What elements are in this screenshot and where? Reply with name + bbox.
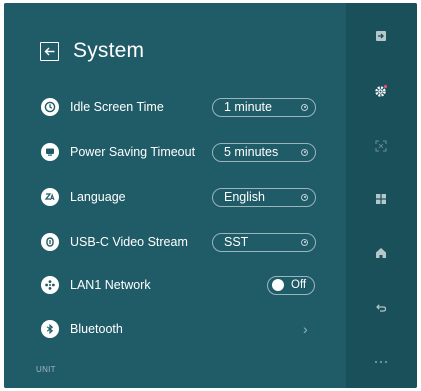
setting-power-saving-timeout: Power Saving Timeout 5 minutes <box>41 141 319 163</box>
clock-icon <box>41 98 59 116</box>
notification-dot <box>383 84 388 89</box>
osd-window: System Idle Screen Time 1 minute Power S… <box>4 3 417 388</box>
toggle-knob <box>272 279 284 291</box>
footer-label: UNIT <box>36 365 56 374</box>
page-title: System <box>73 39 145 62</box>
setting-usbc-video-stream: USB-C Video Stream SST <box>41 231 319 253</box>
language-icon <box>41 188 59 206</box>
select-value: 1 minute <box>224 100 272 114</box>
power-saving-timeout-select[interactable]: 5 minutes <box>212 142 316 162</box>
home-icon[interactable] <box>373 245 389 261</box>
select-indicator-icon <box>301 103 308 111</box>
toggle-state-label: Off <box>291 279 307 291</box>
setting-label: LAN1 Network <box>70 278 151 292</box>
back-button[interactable] <box>40 41 59 61</box>
bluetooth-icon <box>41 320 59 338</box>
select-value: 5 minutes <box>224 145 279 159</box>
gear-icon[interactable] <box>373 83 389 99</box>
main-panel: System Idle Screen Time 1 minute Power S… <box>4 3 346 388</box>
more-icon[interactable] <box>373 354 389 370</box>
lan1-network-toggle[interactable]: Off <box>267 275 315 295</box>
setting-label: Bluetooth <box>70 322 123 336</box>
select-value: SST <box>224 235 249 249</box>
setting-label: Idle Screen Time <box>70 100 164 114</box>
select-indicator-icon <box>301 148 308 156</box>
usbc-video-stream-select[interactable]: SST <box>212 232 316 252</box>
idle-screen-time-select[interactable]: 1 minute <box>212 97 316 117</box>
monitor-icon <box>41 143 59 161</box>
select-indicator-icon <box>301 193 308 201</box>
language-select[interactable]: English <box>212 187 316 207</box>
setting-label: Power Saving Timeout <box>70 145 196 159</box>
setting-lan1-network: LAN1 Network Off <box>41 274 319 296</box>
sidebar <box>346 3 417 388</box>
select-value: English <box>224 190 265 204</box>
arrow-left-icon <box>44 47 55 55</box>
setting-idle-screen-time: Idle Screen Time 1 minute <box>41 96 319 118</box>
chevron-right-icon: › <box>303 321 308 337</box>
input-source-icon[interactable] <box>373 28 389 44</box>
setting-label: USB-C Video Stream <box>70 235 188 249</box>
page-header: System <box>40 39 144 63</box>
grid-icon[interactable] <box>373 191 389 207</box>
zoom-icon[interactable] <box>373 138 389 154</box>
usb-c-icon <box>41 233 59 251</box>
setting-bluetooth[interactable]: Bluetooth › <box>41 318 319 340</box>
select-indicator-icon <box>301 238 308 246</box>
network-icon <box>41 276 59 294</box>
back-icon[interactable] <box>373 300 389 316</box>
setting-language: Language English <box>41 186 319 208</box>
setting-label: Language <box>70 190 126 204</box>
